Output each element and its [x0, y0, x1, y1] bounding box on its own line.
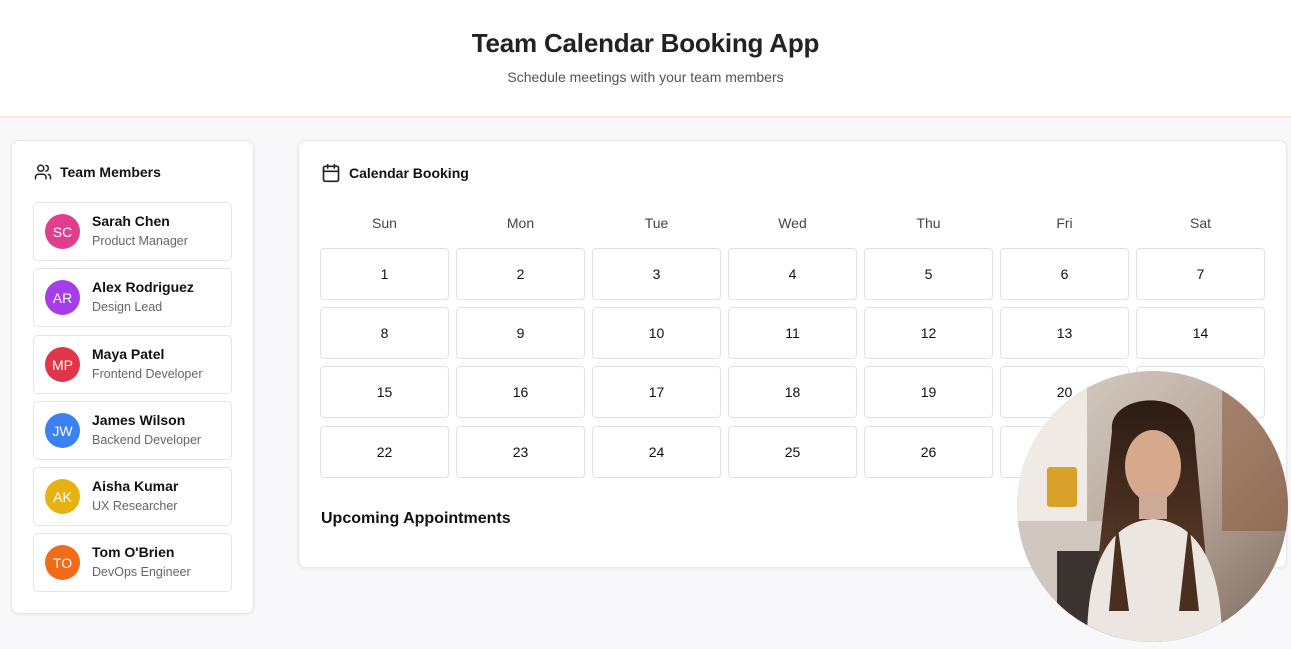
- app-subtitle: Schedule meetings with your team members: [507, 69, 784, 85]
- team-members-title: Team Members: [60, 164, 161, 180]
- member-name: James Wilson: [92, 412, 186, 428]
- calendar-day-18[interactable]: 18: [728, 366, 857, 418]
- member-card-maya-patel[interactable]: MP Maya Patel Frontend Developer: [33, 335, 232, 394]
- calendar-day-2[interactable]: 2: [456, 248, 585, 300]
- avatar: AR: [45, 280, 80, 315]
- calendar-day-3[interactable]: 3: [592, 248, 721, 300]
- presenter-video-frame: [1017, 371, 1288, 642]
- member-card-tom-obrien[interactable]: TO Tom O'Brien DevOps Engineer: [33, 533, 232, 592]
- team-members-panel: Team Members SC Sarah Chen Product Manag…: [11, 140, 254, 614]
- avatar: AK: [45, 479, 80, 514]
- calendar-day-24[interactable]: 24: [592, 426, 721, 478]
- calendar-day-22[interactable]: 22: [320, 426, 449, 478]
- weekday-tue: Tue: [644, 215, 669, 231]
- calendar-day-9[interactable]: 9: [456, 307, 585, 359]
- calendar-day-15[interactable]: 15: [320, 366, 449, 418]
- member-name: Tom O'Brien: [92, 544, 175, 560]
- weekday-mon: Mon: [506, 215, 535, 231]
- avatar: SC: [45, 214, 80, 249]
- member-role: DevOps Engineer: [92, 565, 191, 579]
- team-members-header: Team Members: [34, 163, 161, 181]
- member-name: Alex Rodriguez: [92, 279, 194, 295]
- calendar-day-14[interactable]: 14: [1136, 307, 1265, 359]
- avatar: MP: [45, 347, 80, 382]
- member-role: Backend Developer: [92, 433, 202, 447]
- upcoming-appointments-title: Upcoming Appointments: [321, 510, 511, 527]
- calendar-day-5[interactable]: 5: [864, 248, 993, 300]
- member-name: Maya Patel: [92, 346, 165, 362]
- calendar-day-16[interactable]: 16: [456, 366, 585, 418]
- member-role: Design Lead: [92, 300, 163, 314]
- member-card-james-wilson[interactable]: JW James Wilson Backend Developer: [33, 401, 232, 460]
- users-icon: [34, 163, 52, 181]
- member-card-alex-rodriguez[interactable]: AR Alex Rodriguez Design Lead: [33, 268, 232, 327]
- member-role: Product Manager: [92, 234, 188, 248]
- member-role: UX Researcher: [92, 499, 178, 513]
- calendar-day-17[interactable]: 17: [592, 366, 721, 418]
- presenter-video-overlay: [1017, 371, 1288, 642]
- calendar-day-7[interactable]: 7: [1136, 248, 1265, 300]
- avatar: JW: [45, 413, 80, 448]
- weekday-fri: Fri: [1056, 215, 1073, 231]
- calendar-day-23[interactable]: 23: [456, 426, 585, 478]
- calendar-day-12[interactable]: 12: [864, 307, 993, 359]
- calendar-day-4[interactable]: 4: [728, 248, 857, 300]
- calendar-day-6[interactable]: 6: [1000, 248, 1129, 300]
- member-name: Sarah Chen: [92, 213, 170, 229]
- calendar-booking-title: Calendar Booking: [349, 165, 469, 181]
- avatar: TO: [45, 545, 80, 580]
- calendar-day-13[interactable]: 13: [1000, 307, 1129, 359]
- app-title: Team Calendar Booking App: [471, 28, 820, 58]
- calendar-day-25[interactable]: 25: [728, 426, 857, 478]
- weekday-sat: Sat: [1189, 215, 1211, 231]
- weekday-sun: Sun: [372, 215, 397, 231]
- calendar-day-10[interactable]: 10: [592, 307, 721, 359]
- calendar-day-1[interactable]: 1: [320, 248, 449, 300]
- member-card-sarah-chen[interactable]: SC Sarah Chen Product Manager: [33, 202, 232, 261]
- calendar-icon: [321, 163, 341, 183]
- weekday-wed: Wed: [778, 215, 807, 231]
- app-header: Team Calendar Booking App Schedule meeti…: [0, 0, 1291, 118]
- member-name: Aisha Kumar: [92, 478, 179, 494]
- calendar-day-19[interactable]: 19: [864, 366, 993, 418]
- weekday-thu: Thu: [916, 215, 941, 231]
- member-card-aisha-kumar[interactable]: AK Aisha Kumar UX Researcher: [33, 467, 232, 526]
- calendar-day-26[interactable]: 26: [864, 426, 993, 478]
- member-role: Frontend Developer: [92, 367, 203, 381]
- calendar-day-8[interactable]: 8: [320, 307, 449, 359]
- calendar-day-11[interactable]: 11: [728, 307, 857, 359]
- calendar-booking-header: Calendar Booking: [321, 163, 469, 183]
